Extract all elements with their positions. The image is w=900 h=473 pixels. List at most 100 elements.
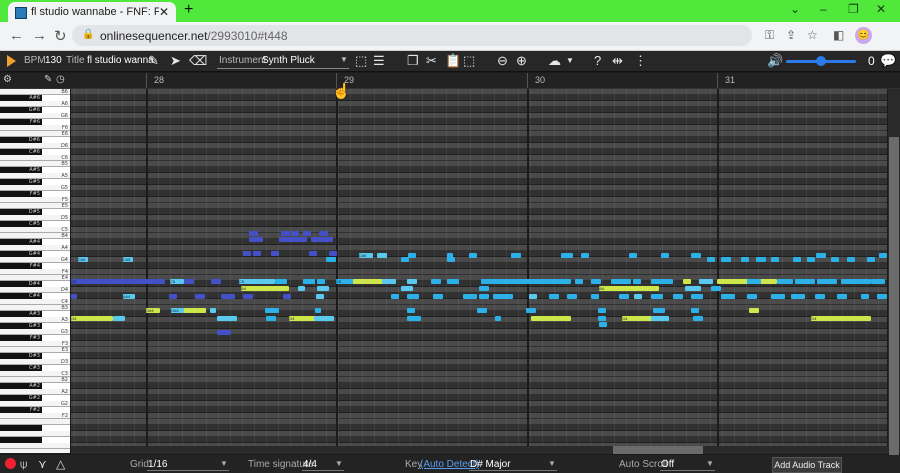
volume-slider[interactable] — [786, 56, 856, 66]
note-block[interactable] — [184, 279, 194, 284]
note-block[interactable] — [401, 257, 409, 262]
note-block[interactable] — [279, 237, 307, 242]
note-block[interactable] — [653, 308, 665, 313]
more-icon[interactable]: ⋮ — [634, 53, 647, 69]
note-block[interactable] — [407, 308, 415, 313]
settings-sliders-icon[interactable]: ☰ — [373, 53, 385, 69]
paste-icon[interactable]: 📋 — [445, 53, 461, 69]
note-grid[interactable]: C#5 C#5 C#6 C5 C5 C5 C5 B4 B4 A#4 G#4 G#4 G4 G4 G4 G4 — [71, 89, 887, 453]
note-block[interactable] — [877, 294, 887, 299]
note-block[interactable] — [431, 279, 441, 284]
vertical-scrollbar[interactable] — [888, 89, 900, 459]
note-block[interactable] — [661, 253, 669, 258]
note-block[interactable] — [561, 253, 573, 258]
note-block[interactable] — [195, 294, 205, 299]
note-block[interactable] — [217, 330, 231, 335]
note-block[interactable] — [771, 257, 779, 262]
share-icon[interactable]: ⇪ — [786, 28, 796, 42]
metronome-icon[interactable]: ⍦ — [20, 457, 27, 472]
marquee-icon[interactable]: ⬚ — [463, 53, 475, 69]
note-block[interactable] — [153, 279, 165, 284]
note-block[interactable]: C5 — [71, 279, 153, 284]
note-block[interactable] — [711, 286, 721, 291]
note-block[interactable] — [113, 316, 125, 321]
play-icon[interactable] — [7, 55, 16, 67]
note-block[interactable] — [407, 279, 417, 284]
note-block[interactable] — [281, 231, 290, 236]
note-block[interactable] — [793, 257, 801, 262]
note-block[interactable] — [691, 308, 699, 313]
draw-tool-icon[interactable]: ✎ — [44, 74, 52, 85]
note-block[interactable] — [210, 308, 216, 313]
note-block[interactable] — [249, 237, 263, 242]
note-block[interactable] — [303, 231, 311, 236]
note-block[interactable] — [575, 279, 583, 284]
note-block[interactable] — [598, 316, 606, 321]
white-key[interactable] — [0, 449, 70, 453]
upload-icon[interactable]: ☁ — [548, 53, 561, 69]
note-block[interactable] — [861, 294, 869, 299]
note-block[interactable] — [685, 286, 701, 291]
note-block[interactable] — [651, 316, 669, 321]
time-signature-select[interactable]: 4/4 ▼ — [302, 458, 344, 471]
note-block[interactable] — [275, 279, 287, 284]
adjust-icon[interactable]: ⇹ — [612, 53, 623, 69]
note-block[interactable]: G4 — [71, 316, 113, 321]
note-block[interactable] — [249, 231, 258, 236]
minimize-button[interactable]: – — [820, 2, 827, 16]
forward-icon[interactable]: → — [32, 27, 47, 44]
note-block[interactable] — [479, 286, 489, 291]
note-block[interactable] — [693, 316, 703, 321]
zoom-in-icon[interactable]: ⊕ — [516, 53, 527, 69]
note-block[interactable] — [816, 253, 826, 258]
note-block[interactable] — [479, 294, 489, 299]
volume-icon[interactable]: 🔊 — [767, 53, 783, 69]
timeline-ruler[interactable]: ⚙ ✎ ◷ 28 29 30 31 — [0, 73, 900, 89]
note-block[interactable] — [831, 257, 839, 262]
note-block[interactable] — [433, 294, 443, 299]
note-block[interactable] — [841, 279, 871, 284]
note-block[interactable] — [651, 279, 673, 284]
note-block[interactable] — [633, 279, 641, 284]
note-block[interactable] — [526, 308, 536, 313]
auto-scroll-select[interactable]: Off ▼ — [660, 458, 715, 471]
note-block[interactable] — [749, 308, 759, 313]
note-block[interactable] — [265, 308, 279, 313]
note-block[interactable] — [309, 251, 317, 256]
note-block[interactable] — [807, 257, 815, 262]
title-input[interactable]: fl studio wanna — [87, 55, 154, 66]
note-block[interactable] — [407, 316, 421, 321]
note-block[interactable] — [408, 253, 416, 258]
note-block[interactable] — [581, 253, 589, 258]
clock-icon[interactable]: ◷ — [56, 74, 65, 85]
vertical-scroll-thumb[interactable] — [889, 137, 899, 459]
note-block[interactable] — [253, 251, 261, 256]
note-block[interactable] — [837, 294, 847, 299]
note-block[interactable] — [549, 294, 559, 299]
note-block[interactable] — [243, 251, 251, 256]
back-icon[interactable]: ← — [9, 27, 24, 44]
profile-avatar[interactable]: 😊 — [855, 27, 872, 44]
horizontal-scroll-thumb[interactable] — [613, 446, 703, 454]
note-block[interactable] — [634, 294, 642, 299]
zoom-out-icon[interactable]: ⊖ — [497, 53, 508, 69]
pointer-icon[interactable]: ➤ — [170, 53, 181, 69]
note-block[interactable] — [353, 279, 383, 284]
note-block[interactable]: G4 — [811, 316, 871, 321]
note-block[interactable] — [184, 308, 206, 313]
note-block[interactable] — [529, 294, 537, 299]
note-block[interactable] — [221, 294, 235, 299]
horizontal-scrollbar[interactable] — [71, 446, 888, 454]
note-block[interactable] — [311, 237, 333, 242]
note-block[interactable] — [319, 231, 328, 236]
note-block[interactable] — [707, 257, 715, 262]
note-block[interactable] — [314, 316, 334, 321]
note-block[interactable] — [493, 294, 513, 299]
note-block[interactable] — [721, 257, 731, 262]
note-block[interactable] — [469, 253, 477, 258]
note-block[interactable] — [747, 294, 757, 299]
note-block[interactable] — [879, 253, 887, 258]
note-block[interactable]: G#4 — [171, 308, 185, 313]
gear-icon[interactable]: ⚙ — [3, 74, 12, 85]
note-block[interactable] — [317, 279, 325, 284]
